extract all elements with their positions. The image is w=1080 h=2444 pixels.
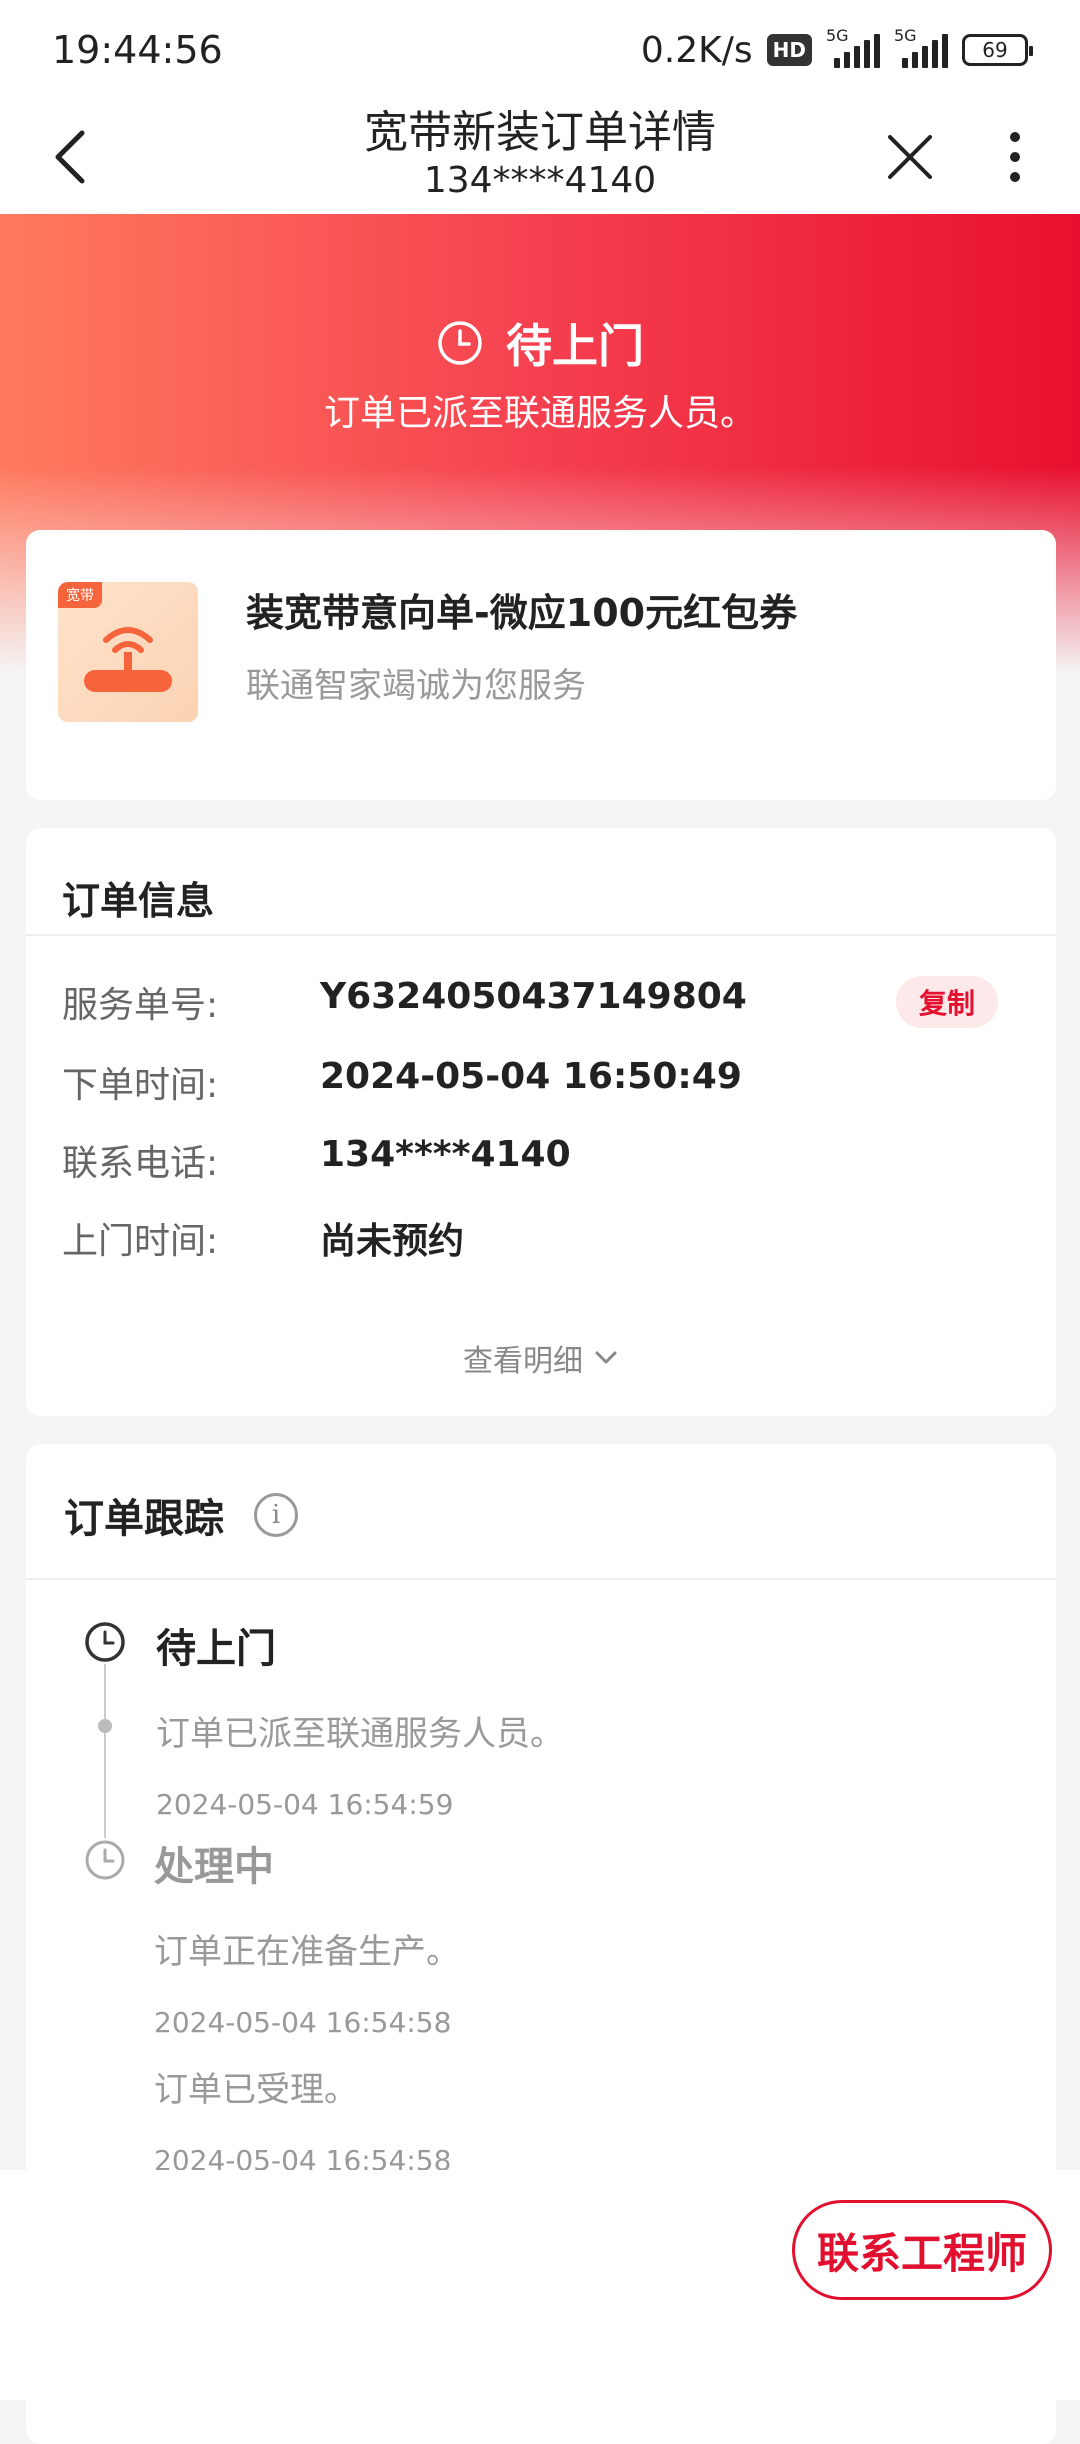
signal-icon: 5G — [894, 26, 948, 68]
info-row-visit-time: 上门时间: 尚未预约 — [62, 1212, 464, 1264]
hd-icon: HD — [766, 34, 812, 66]
more-button[interactable] — [990, 122, 1040, 192]
info-label: 下单时间: — [62, 1065, 219, 1106]
status-icons: 0.2K/s HD 5G 5G 69 — [640, 26, 1033, 71]
signal-icon: 5G — [826, 26, 880, 68]
info-label: 联系电话: — [62, 1143, 219, 1184]
divider — [26, 1578, 1056, 1580]
product-tag: 宽带 — [58, 582, 102, 608]
timeline-time: 2024-05-04 16:54:59 — [156, 1788, 454, 1821]
clock-icon — [83, 1620, 127, 1664]
signal-5g-label: 5G — [894, 26, 917, 45]
info-label: 服务单号: — [62, 985, 219, 1026]
view-details-label: 查看明细 — [463, 1344, 583, 1379]
view-details-link[interactable]: 查看明细 — [26, 1336, 1056, 1380]
info-icon[interactable]: i — [254, 1493, 298, 1537]
order-info-card: 订单信息 服务单号: Y6324050437149804 复制 下单时间: 20… — [26, 828, 1056, 1416]
info-row-phone: 联系电话: 134****4140 — [62, 1134, 571, 1186]
info-row-order-time: 下单时间: 2024-05-04 16:50:49 — [62, 1056, 742, 1108]
info-label: 上门时间: — [62, 1221, 219, 1262]
tracking-header: 订单跟踪 i — [64, 1486, 298, 1544]
battery-level: 69 — [982, 38, 1008, 62]
contact-engineer-button[interactable]: 联系工程师 — [792, 2200, 1052, 2300]
order-status: 待上门 — [0, 310, 1080, 376]
product-card[interactable]: 宽带 装宽带意向单-微应100元红包券 联通智家竭诚为您服务 — [26, 530, 1056, 800]
divider — [26, 934, 1056, 936]
timeline-line — [104, 1636, 106, 1856]
battery-icon: 69 — [962, 34, 1033, 66]
timeline-status: 处理中 — [154, 1844, 274, 1890]
close-icon — [888, 135, 932, 179]
service-number-value: Y6324050437149804 — [320, 976, 747, 1017]
timeline-text: 订单正在准备生产。 — [154, 1932, 460, 1972]
copy-button[interactable]: 复制 — [896, 976, 998, 1028]
bottom-action-bar: 联系工程师 — [0, 2170, 1080, 2400]
timeline-time: 2024-05-04 16:54:58 — [154, 2006, 452, 2039]
more-vertical-icon — [1010, 132, 1020, 182]
order-info-title: 订单信息 — [62, 879, 215, 923]
product-name: 装宽带意向单-微应100元红包券 — [246, 591, 798, 635]
signal-5g-label: 5G — [826, 26, 849, 45]
order-status-description: 订单已派至联通服务人员。 — [323, 393, 756, 434]
tracking-title: 订单跟踪 — [64, 1496, 224, 1542]
nav-bar: 宽带新装订单详情 134****4140 — [0, 100, 1080, 214]
product-subtitle: 联通智家竭诚为您服务 — [246, 666, 586, 706]
clock-icon — [83, 1838, 127, 1882]
net-speed: 0.2K/s — [640, 29, 753, 71]
timeline-text: 订单已派至联通服务人员。 — [156, 1714, 564, 1754]
timeline-status: 待上门 — [156, 1626, 276, 1672]
timeline-dot — [98, 1719, 112, 1733]
close-button[interactable] — [880, 122, 940, 192]
status-time: 19:44:56 — [52, 28, 223, 72]
clock-icon — [438, 321, 482, 365]
timeline-text: 订单已受理。 — [154, 2070, 358, 2110]
order-status-label: 待上门 — [506, 319, 644, 373]
visit-time-value: 尚未预约 — [320, 1221, 465, 1262]
order-time-value: 2024-05-04 16:50:49 — [320, 1056, 742, 1097]
phone-value: 134****4140 — [320, 1134, 571, 1175]
chevron-down-icon — [595, 1351, 617, 1364]
info-row-service-number: 服务单号: Y6324050437149804 — [62, 976, 747, 1028]
product-thumbnail: 宽带 — [58, 582, 198, 722]
status-bar: 19:44:56 0.2K/s HD 5G 5G 69 — [0, 0, 1080, 100]
